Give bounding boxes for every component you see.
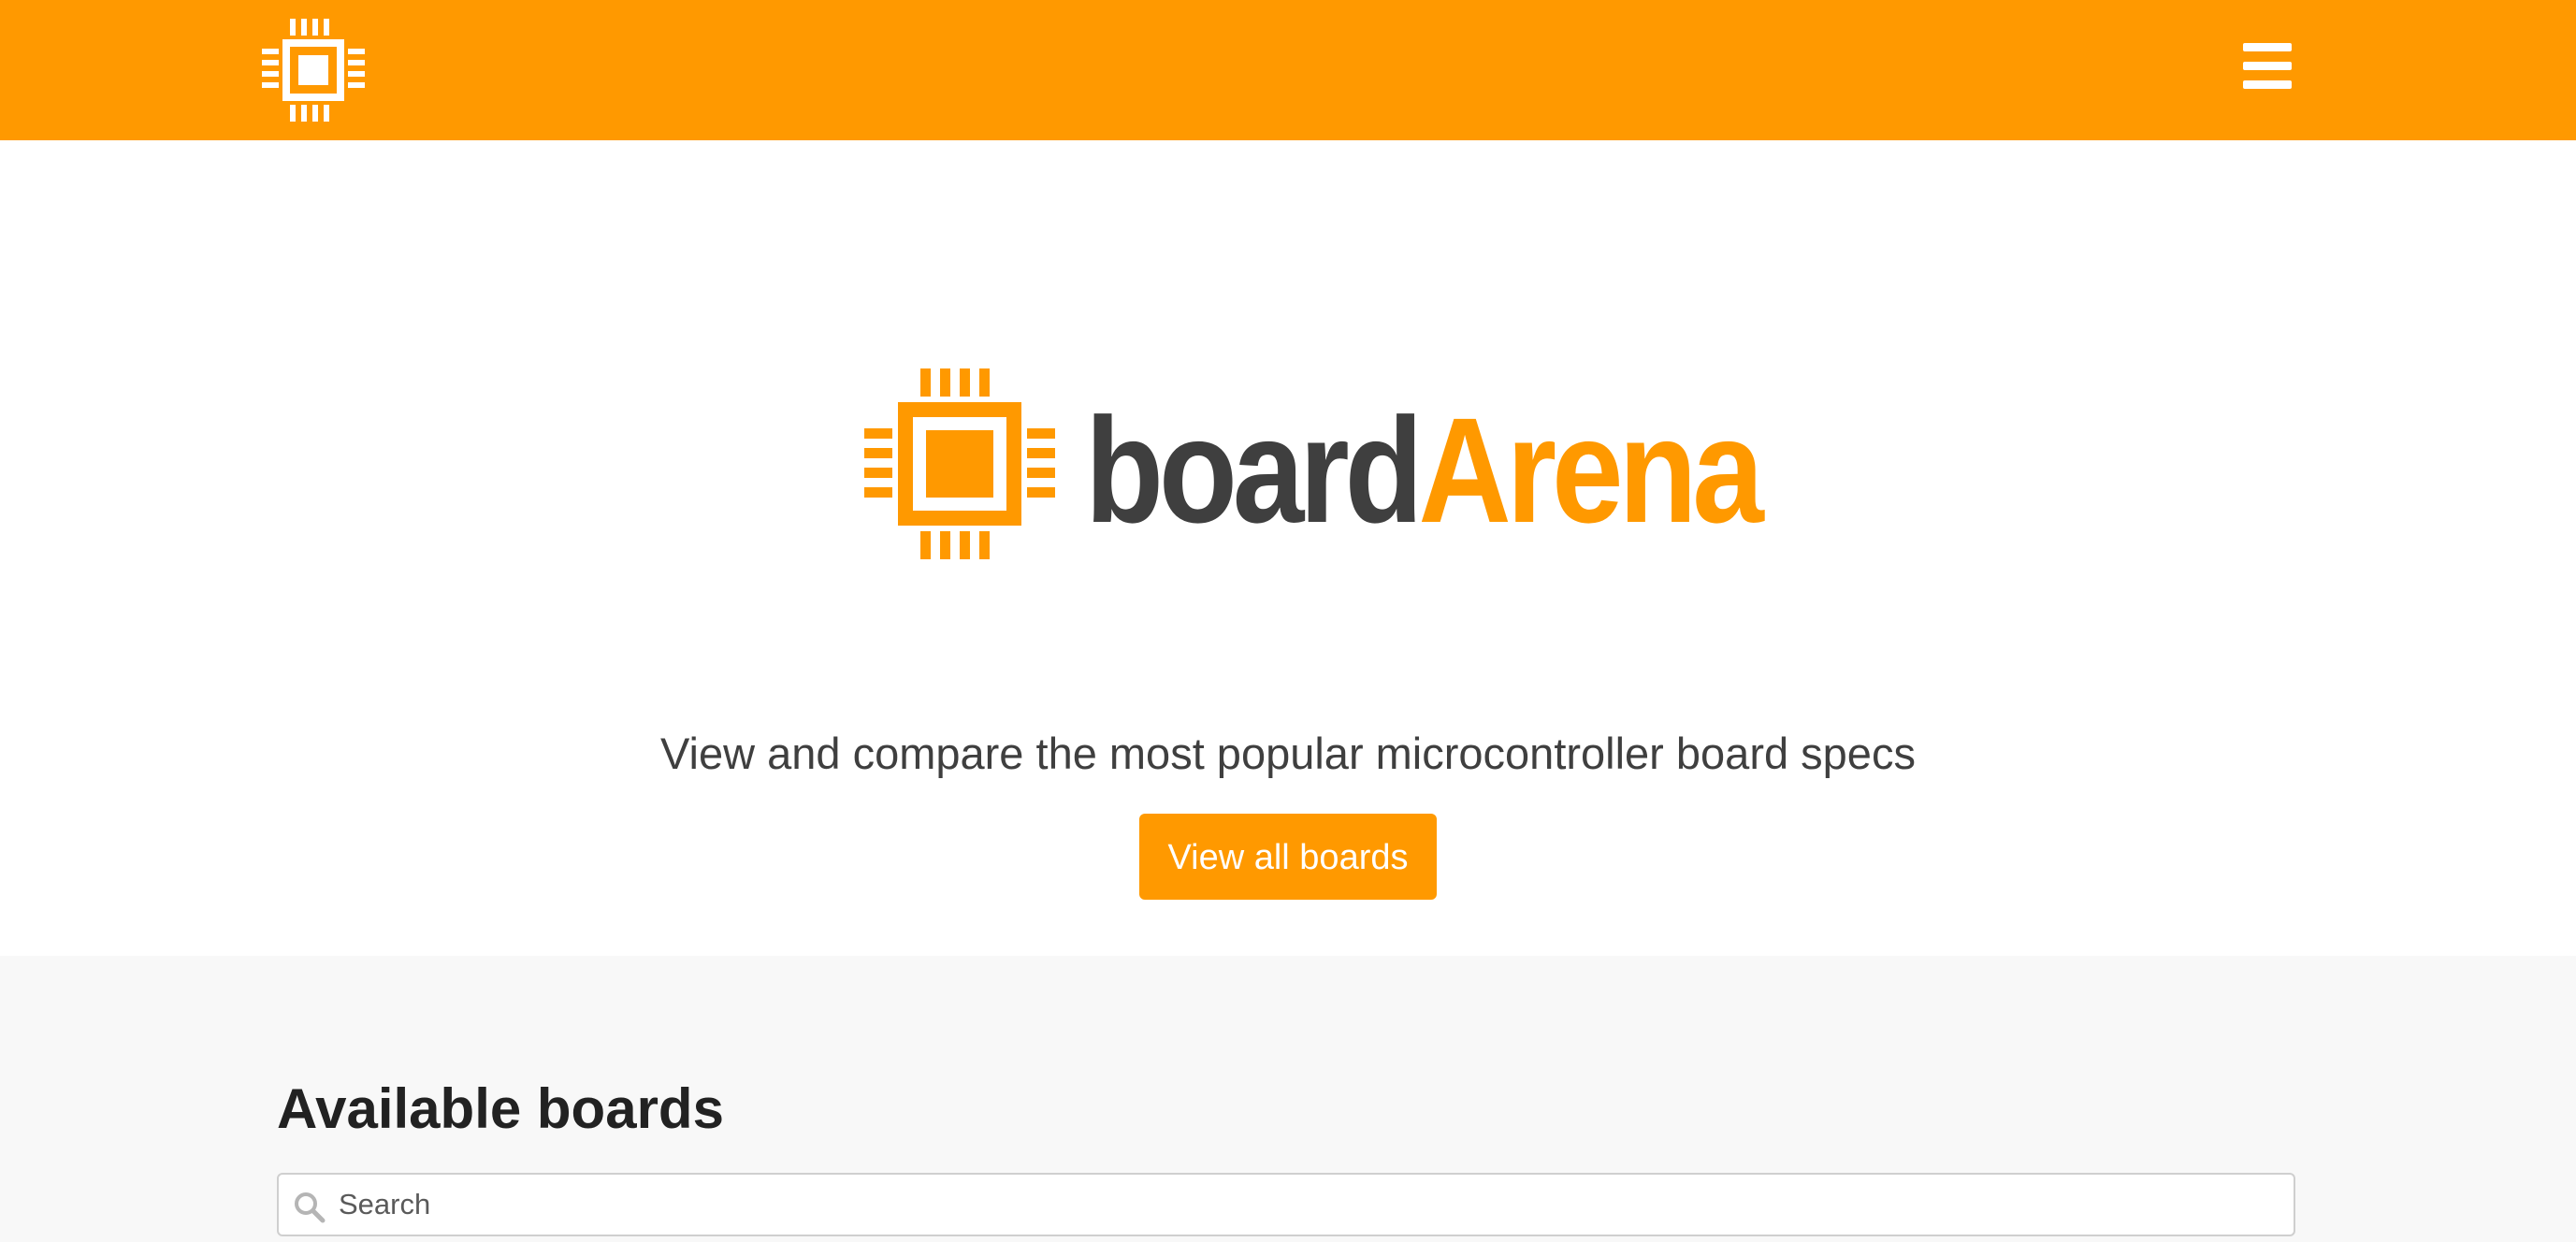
search-field[interactable] (277, 1173, 2295, 1236)
available-boards-section: Available boards (0, 956, 2576, 1242)
hero-tagline: View and compare the most popular microc… (660, 729, 1916, 778)
search-input[interactable] (339, 1175, 2284, 1235)
search-icon (295, 1192, 326, 1223)
microchip-icon (262, 19, 365, 122)
microchip-icon (864, 368, 1055, 559)
home-logo-link[interactable] (262, 19, 365, 122)
hamburger-bar (2243, 43, 2292, 51)
hero-section: boardArena View and compare the most pop… (0, 140, 2576, 956)
brand-part-arena: Arena (1418, 386, 1763, 554)
hamburger-bar (2243, 80, 2292, 89)
brand-part-board: board (1085, 386, 1424, 554)
section-title: Available boards (277, 1077, 724, 1140)
hamburger-menu-icon[interactable] (2243, 43, 2292, 90)
brand-wordmark: boardArena (1085, 382, 1764, 559)
hamburger-bar (2243, 62, 2292, 70)
view-all-boards-button[interactable]: View all boards (1139, 814, 1437, 900)
top-navbar (0, 0, 2576, 140)
